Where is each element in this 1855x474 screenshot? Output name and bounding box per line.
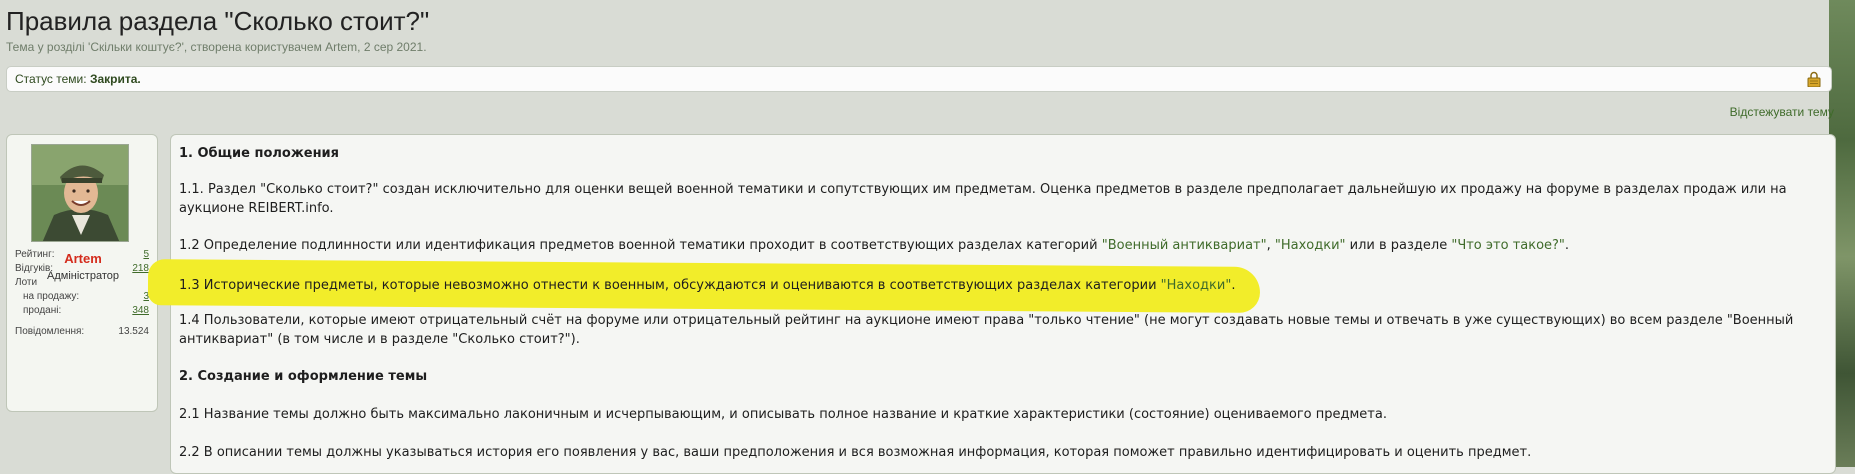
rule-text: , [1266, 238, 1275, 253]
user-avatar[interactable] [31, 144, 129, 242]
thread-status-bar: Статус теми: Закрита. [6, 66, 1832, 92]
stat-rating: Рейтинг: 5 [15, 249, 149, 260]
stat-messages: Повідомлення: 13.524 [15, 326, 149, 337]
sold-value-link[interactable]: 348 [132, 305, 149, 316]
rule-1-3: 1.3 Исторические предметы, которые невоз… [179, 276, 1819, 295]
link-finds-category[interactable]: "Находки" [1161, 278, 1232, 293]
page-subtitle: Тема у розділі 'Скільки коштує?', створе… [6, 40, 427, 54]
lock-icon [1807, 71, 1821, 87]
stat-label: Повідомлення: [15, 326, 85, 337]
rule-1-4-line-2: антиквариат" (в том числе и в разделе "С… [179, 332, 580, 347]
stat-label: Лоти [15, 277, 38, 288]
stat-sold: продані: 348 [23, 305, 149, 316]
status-label: Статус теми: [15, 72, 87, 86]
stat-lots: Лоти [15, 277, 149, 288]
rating-value-link[interactable]: 5 [143, 249, 149, 260]
section-heading-2: 2. Создание и оформление темы [179, 369, 428, 384]
section-heading-1: 1. Общие положения [179, 146, 340, 161]
rule-text: . [1564, 238, 1570, 253]
status-value: Закрита. [89, 72, 141, 86]
stat-label: Відгуків: [15, 263, 54, 274]
rule-text: 1.3 Исторические предметы, которые невоз… [179, 278, 1161, 293]
stat-label: Рейтинг: [15, 249, 55, 260]
rule-1-4-line-1: 1.4 Пользователи, которые имеют отрицате… [179, 313, 1794, 328]
stat-label: продані: [23, 305, 62, 316]
thread-status: Статус теми: Закрита. [15, 72, 141, 86]
rule-text: 1.2 Определение подлинности или идентифи… [179, 238, 1102, 253]
rule-1-1-line-2: аукционе REIBERT.info. [179, 201, 334, 216]
link-what-is-it[interactable]: "Что это такое?" [1451, 238, 1565, 253]
watch-thread-link[interactable]: Відстежувати тему [1730, 105, 1834, 119]
page-title: Правила раздела "Сколько стоит?" [6, 6, 430, 36]
messages-value: 13.524 [118, 326, 149, 337]
rule-text: . [1231, 278, 1236, 293]
rule-2-1: 2.1 Название темы должно быть максимальн… [179, 407, 1387, 422]
stat-label: на продажу: [23, 291, 80, 302]
stat-on-sale: на продажу: 3 [23, 291, 149, 302]
rule-text: или в разделе [1345, 238, 1452, 253]
avatar-image [32, 145, 128, 241]
rule-1-2: 1.2 Определение подлинности или идентифи… [179, 236, 1819, 255]
link-military-antiques[interactable]: "Военный антиквариат" [1102, 238, 1267, 253]
link-finds[interactable]: "Находки" [1275, 238, 1346, 253]
stat-reviews: Відгуків: 218 [15, 263, 149, 274]
rule-2-2: 2.2 В описании темы должны указываться и… [179, 445, 1532, 460]
reviews-value-link[interactable]: 218 [132, 263, 149, 274]
user-info-panel: Artem Адміністратор Рейтинг: 5 Відгуків:… [6, 134, 158, 412]
rule-1-1-line-1: 1.1. Раздел "Сколько стоит?" создан искл… [179, 182, 1787, 197]
